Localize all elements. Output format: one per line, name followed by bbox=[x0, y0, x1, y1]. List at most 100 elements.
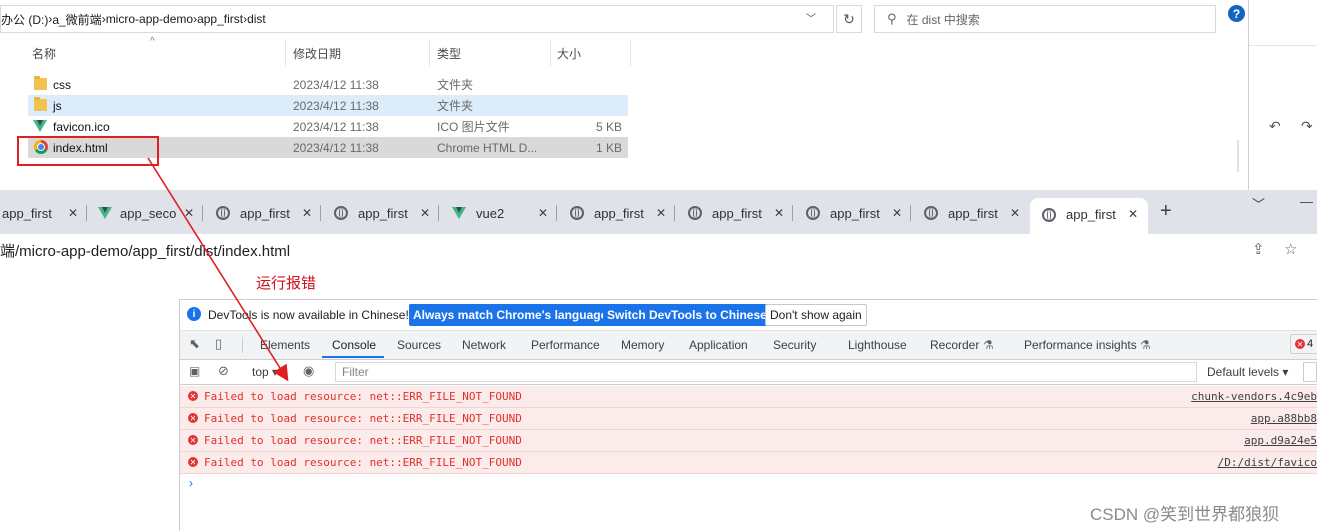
refresh-icon[interactable]: ↻ bbox=[836, 5, 862, 33]
url-text[interactable]: 端/micro-app-demo/app_first/dist/index.ht… bbox=[0, 240, 290, 261]
dont-show-button[interactable]: Don't show again bbox=[765, 304, 867, 326]
tab-title: vue2 bbox=[476, 205, 505, 221]
console-error-row[interactable]: ✕ Failed to load resource: net::ERR_FILE… bbox=[180, 452, 1317, 474]
tab-console[interactable]: Console bbox=[332, 338, 376, 352]
browser-tab[interactable]: app_first ✕ bbox=[798, 198, 911, 228]
vue-logo-icon bbox=[98, 207, 112, 219]
minimize-icon[interactable]: — bbox=[1300, 194, 1313, 209]
close-icon[interactable]: ✕ bbox=[892, 206, 902, 220]
column-header-date[interactable]: 修改日期 bbox=[293, 40, 341, 66]
close-icon[interactable]: ✕ bbox=[420, 206, 430, 220]
help-icon[interactable]: ? bbox=[1228, 5, 1245, 22]
close-icon[interactable]: ✕ bbox=[774, 206, 784, 220]
column-header-name[interactable]: 名称 bbox=[32, 40, 56, 66]
column-divider[interactable] bbox=[550, 40, 551, 66]
error-source-link[interactable]: app.a88bb8 bbox=[1251, 412, 1317, 425]
filter-placeholder: Filter bbox=[342, 365, 369, 379]
console-error-row[interactable]: ✕ Failed to load resource: net::ERR_FILE… bbox=[180, 408, 1317, 430]
match-language-button[interactable]: Always match Chrome's language bbox=[409, 304, 612, 326]
column-divider[interactable] bbox=[429, 40, 430, 66]
tab-lighthouse[interactable]: Lighthouse bbox=[848, 338, 907, 352]
log-levels-dropdown[interactable]: Default levels ▾ bbox=[1207, 365, 1288, 379]
tab-search-chevron-icon[interactable]: ﹀ bbox=[1252, 194, 1265, 213]
close-icon[interactable]: ✕ bbox=[1128, 207, 1138, 221]
file-type: Chrome HTML D... bbox=[437, 140, 538, 155]
close-icon[interactable]: ✕ bbox=[184, 206, 194, 220]
tab-sources[interactable]: Sources bbox=[397, 338, 441, 352]
breadcrumb-item[interactable]: a_微前端 bbox=[52, 11, 101, 28]
device-toolbar-icon[interactable]: ▯ bbox=[215, 336, 229, 351]
column-divider[interactable] bbox=[630, 40, 631, 66]
column-header-type[interactable]: 类型 bbox=[437, 40, 461, 66]
file-name: css bbox=[53, 77, 71, 92]
browser-tab[interactable]: app_first ✕ bbox=[326, 198, 439, 228]
tab-memory[interactable]: Memory bbox=[621, 338, 664, 352]
console-error-row[interactable]: ✕ Failed to load resource: net::ERR_FILE… bbox=[180, 430, 1317, 452]
browser-tab[interactable]: app_first ✕ bbox=[0, 198, 87, 228]
file-row[interactable]: css 2023/4/12 11:38 文件夹 bbox=[28, 74, 628, 95]
breadcrumb-item[interactable]: dist bbox=[247, 12, 266, 26]
error-message: Failed to load resource: net::ERR_FILE_N… bbox=[204, 390, 522, 403]
info-icon: i bbox=[187, 307, 201, 321]
browser-tab-active[interactable]: app_first ✕ bbox=[1030, 198, 1148, 234]
tab-network[interactable]: Network bbox=[462, 338, 506, 352]
globe-icon bbox=[806, 206, 820, 220]
redo-icon[interactable]: ↷ bbox=[1301, 118, 1313, 135]
tab-recorder[interactable]: Recorder bbox=[930, 338, 979, 352]
file-size: 5 KB bbox=[595, 119, 622, 134]
inspect-element-icon[interactable]: ⬉ bbox=[189, 336, 203, 351]
address-bar[interactable]: 办公 (D:) › a_微前端 › micro-app-demo › app_firs… bbox=[0, 5, 834, 33]
close-icon[interactable]: ✕ bbox=[302, 206, 312, 220]
context-selector[interactable]: top ▾ bbox=[252, 365, 278, 379]
file-row[interactable]: js 2023/4/12 11:38 文件夹 bbox=[28, 95, 628, 116]
console-error-row[interactable]: ✕ Failed to load resource: net::ERR_FILE… bbox=[180, 386, 1317, 408]
browser-tab[interactable]: app_first ✕ bbox=[208, 198, 321, 228]
file-date: 2023/4/12 11:38 bbox=[293, 119, 379, 134]
search-icon: ⚲ bbox=[887, 11, 897, 26]
close-icon[interactable]: ✕ bbox=[538, 206, 548, 220]
eye-icon[interactable]: ◉ bbox=[303, 363, 314, 379]
tab-performance-insights[interactable]: Performance insights bbox=[1024, 338, 1137, 352]
browser-tab[interactable]: vue2 ✕ bbox=[444, 198, 557, 228]
browser-tab[interactable]: app_first ✕ bbox=[680, 198, 793, 228]
bookmark-star-icon[interactable]: ☆ bbox=[1284, 240, 1297, 258]
address-dropdown-icon[interactable]: ﹀ bbox=[806, 10, 816, 25]
close-icon[interactable]: ✕ bbox=[1010, 206, 1020, 220]
breadcrumb-item[interactable]: app_first bbox=[197, 12, 243, 26]
tab-security[interactable]: Security bbox=[773, 338, 816, 352]
tab-elements[interactable]: Elements bbox=[260, 338, 310, 352]
clear-console-icon[interactable]: ⊘ bbox=[218, 363, 229, 379]
error-message: Failed to load resource: net::ERR_FILE_N… bbox=[204, 456, 522, 469]
search-input[interactable]: ⚲ 在 dist 中搜索 bbox=[874, 5, 1216, 33]
breadcrumb-item[interactable]: 办公 (D:) bbox=[1, 11, 48, 28]
levels-label: Default levels bbox=[1207, 365, 1280, 379]
column-header-size[interactable]: 大小 bbox=[557, 40, 581, 66]
browser-tab[interactable]: app_seco ✕ bbox=[90, 198, 203, 228]
console-prompt[interactable]: › bbox=[189, 476, 193, 490]
tab-application[interactable]: Application bbox=[689, 338, 748, 352]
browser-tab[interactable]: app_first ✕ bbox=[562, 198, 675, 228]
column-divider[interactable] bbox=[285, 40, 286, 66]
file-row[interactable]: favicon.ico 2023/4/12 11:38 ICO 图片文件 5 K… bbox=[28, 116, 628, 137]
settings-button[interactable] bbox=[1303, 362, 1317, 382]
browser-tab[interactable]: app_first ✕ bbox=[916, 198, 1028, 228]
console-filter-input[interactable]: Filter bbox=[335, 362, 1197, 382]
error-source-link[interactable]: app.d9a24e5 bbox=[1244, 434, 1317, 447]
switch-language-button[interactable]: Switch DevTools to Chinese bbox=[603, 304, 771, 326]
close-icon[interactable]: ✕ bbox=[656, 206, 666, 220]
flask-icon: ⚗ bbox=[983, 338, 994, 352]
new-tab-icon[interactable]: + bbox=[1160, 200, 1172, 223]
error-source-link[interactable]: chunk-vendors.4c9eb bbox=[1191, 390, 1317, 403]
breadcrumb-item[interactable]: micro-app-demo bbox=[106, 12, 193, 26]
error-source-link[interactable]: /D:/dist/favico bbox=[1218, 456, 1317, 469]
tab-performance[interactable]: Performance bbox=[531, 338, 600, 352]
share-icon[interactable]: ⇪ bbox=[1252, 240, 1265, 258]
dropdown-arrow-icon: ▾ bbox=[272, 365, 279, 379]
highlight-box bbox=[17, 136, 159, 166]
undo-icon[interactable]: ↶ bbox=[1269, 118, 1281, 135]
close-icon[interactable]: ✕ bbox=[68, 206, 78, 220]
sidebar-toggle-icon[interactable]: ▣ bbox=[189, 364, 200, 378]
file-date: 2023/4/12 11:38 bbox=[293, 98, 379, 113]
error-count-badge[interactable]: ✕ 4 bbox=[1290, 334, 1317, 354]
folder-icon bbox=[34, 97, 47, 111]
